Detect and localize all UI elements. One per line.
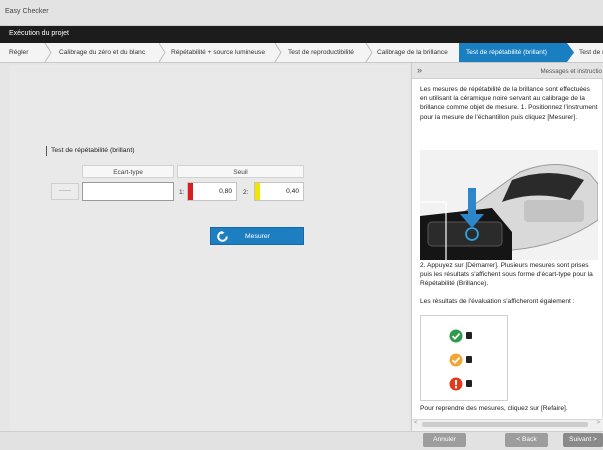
horizontal-scrollbar[interactable]: < >	[412, 419, 602, 429]
step-reproductibilite[interactable]: Test de reproductibilité	[288, 43, 354, 62]
measure-button[interactable]: Mesurer	[210, 227, 304, 245]
step-calibrage-zero-blanc[interactable]: Calibrage du zéro et du blanc	[59, 43, 145, 62]
evaluation-marker-1	[466, 332, 472, 339]
step-repetabilite-source[interactable]: Répétabilité + source lumineuse	[171, 43, 265, 62]
chevron-right-active-icon	[566, 43, 574, 62]
step-navigation: Régler Calibrage du zéro et du blanc Rép…	[0, 43, 603, 63]
chevron-right-icon	[44, 43, 52, 62]
evaluation-level-1	[449, 328, 489, 344]
evaluation-marker-3	[466, 380, 472, 387]
step-calibrage-brillance[interactable]: Calibrage de la brillance	[377, 43, 448, 62]
execution-header: Exécution du projet	[0, 26, 603, 43]
instructions-content: Les mesures de répétabilité de la brilla…	[412, 79, 602, 419]
check-circle-icon	[449, 329, 463, 343]
window-titlebar: Easy Checker	[0, 0, 603, 26]
instructions-paragraph-3: Les résultats de l'évaluation s'afficher…	[420, 298, 575, 305]
evaluation-marker-2	[466, 356, 472, 363]
cancel-button[interactable]: Annuler	[423, 433, 466, 447]
step-repetabilite-brillant[interactable]: Test de répétabilité (brillant)	[459, 43, 567, 62]
chevron-right-icon	[274, 43, 282, 62]
window-title: Easy Checker	[5, 8, 49, 15]
threshold-1-field: 0,80	[187, 182, 237, 201]
step-regler[interactable]: Régler	[9, 43, 28, 62]
threshold-2-value: 0,40	[286, 188, 299, 195]
scroll-right-icon[interactable]: >	[596, 420, 600, 426]
back-button[interactable]: < Back	[505, 433, 548, 447]
instructions-header: » Messages et instructio	[412, 63, 603, 79]
refresh-icon	[217, 231, 228, 242]
threshold-1-label: 1:	[179, 189, 185, 196]
evaluation-legend	[420, 315, 508, 401]
collapse-panel-button[interactable]: »	[417, 65, 422, 75]
evaluation-level-2	[449, 352, 489, 368]
scroll-thumb[interactable]	[422, 422, 588, 427]
threshold-2-label: 2:	[243, 189, 249, 196]
instructions-title: Messages et instructio	[540, 68, 602, 75]
ecart-type-header: Ecart-type	[82, 165, 174, 178]
section-title: Test de répétabilité (brillant)	[46, 146, 135, 156]
ecart-type-field	[82, 182, 174, 201]
evaluation-level-3	[449, 376, 489, 392]
check-circle-icon	[449, 353, 463, 367]
execution-label: Exécution du projet	[9, 30, 69, 37]
threshold-1-color-bar	[188, 183, 193, 200]
instructions-paragraph-2: 2. Appuyez sur [Démarrer]. Plusieurs mes…	[420, 262, 593, 288]
instructions-panel: » Messages et instructio Les mesures de …	[411, 63, 603, 431]
seuil-header: Seuil	[177, 165, 304, 178]
measure-button-label: Mesurer	[245, 233, 270, 240]
threshold-1-value: 0,80	[219, 188, 232, 195]
chevron-right-icon	[365, 43, 373, 62]
instructions-paragraph-1: Les mesures de répétabilité de la brilla…	[420, 86, 598, 121]
exclamation-circle-icon	[449, 377, 463, 391]
main-panel	[10, 65, 409, 446]
scroll-left-icon[interactable]: <	[414, 420, 418, 426]
instrument-photo	[420, 150, 598, 260]
chevron-right-icon	[158, 43, 166, 62]
step-next-truncated[interactable]: Test de r	[579, 43, 603, 62]
next-button[interactable]: Suivant >	[563, 433, 603, 447]
instructions-paragraph-4: Pour reprendre des mesures, cliquez sur …	[420, 405, 568, 412]
dash-placeholder: ------	[51, 183, 79, 200]
threshold-2-color-bar	[255, 183, 260, 200]
threshold-2-field: 0,40	[254, 182, 304, 201]
